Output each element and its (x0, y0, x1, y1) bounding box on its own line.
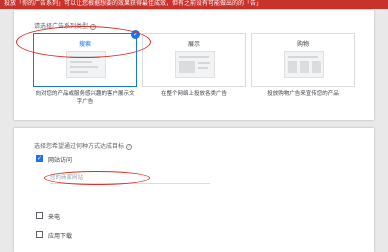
website-visits-checkbox[interactable]: ✓ (36, 155, 43, 162)
phone-calls-label: 来电 (48, 214, 61, 221)
option-shopping[interactable]: 购物 投放购物广告来宣传您的产品 (251, 33, 355, 115)
option-search-label: 搜索 (78, 41, 91, 48)
option-search-box[interactable]: 搜索 ✓ (33, 30, 140, 87)
phone-calls-checkbox[interactable] (36, 212, 43, 219)
option-shopping-label: 购物 (296, 41, 309, 48)
option-search-description: 向对您的产品或服务感兴趣的客户展示文字广告 (35, 91, 135, 105)
option-display[interactable]: 展示 在整个网络上投放各类广告 (142, 33, 246, 115)
option-display-description: 在整个网络上投放各类广告 (160, 91, 227, 97)
app-downloads-checkbox[interactable] (36, 231, 43, 238)
banner-text: 投放「你的广告系列」可以让您根据想要的效果获得最佳成效，但有之前设有可能做出的的… (4, 0, 263, 7)
results-heading: 选择您希望通过何种方式达成目标? (34, 141, 133, 150)
selected-check-icon: ✓ (131, 30, 140, 39)
top-banner: 投放「你的广告系列」可以让您根据想要的效果获得最佳成效，但有之前设有可能做出的的… (0, 0, 388, 9)
option-search[interactable]: 搜索 ✓ 向对您的产品或服务感兴趣的客户展示文字广告 (33, 30, 140, 115)
display-ad-illustration (175, 51, 215, 78)
app-downloads-label: 应用下载 (48, 233, 73, 240)
campaign-type-card: 请选择广告系列类型? 搜索 ✓ 向对您的产品或服务感兴趣的客户展示文字广告 展示 (14, 10, 374, 120)
option-display-box[interactable]: 展示 (142, 33, 246, 87)
business-website-input[interactable] (50, 173, 210, 184)
campaign-type-heading: 请选择广告系列类型? (34, 21, 97, 30)
website-visits-label: 网站访问 (48, 157, 73, 164)
help-icon[interactable]: ? (90, 23, 97, 30)
campaign-type-title: 请选择广告系列类型 (34, 23, 89, 30)
search-ad-illustration (66, 51, 106, 78)
option-shopping-box[interactable]: 购物 (251, 33, 355, 87)
results-title: 选择您希望通过何种方式达成目标 (34, 143, 125, 150)
option-shopping-description: 投放购物广告来宣传您的产品 (267, 91, 339, 97)
shopping-ad-illustration (284, 51, 324, 78)
option-display-label: 展示 (187, 41, 200, 48)
help-icon[interactable]: ? (126, 143, 133, 150)
